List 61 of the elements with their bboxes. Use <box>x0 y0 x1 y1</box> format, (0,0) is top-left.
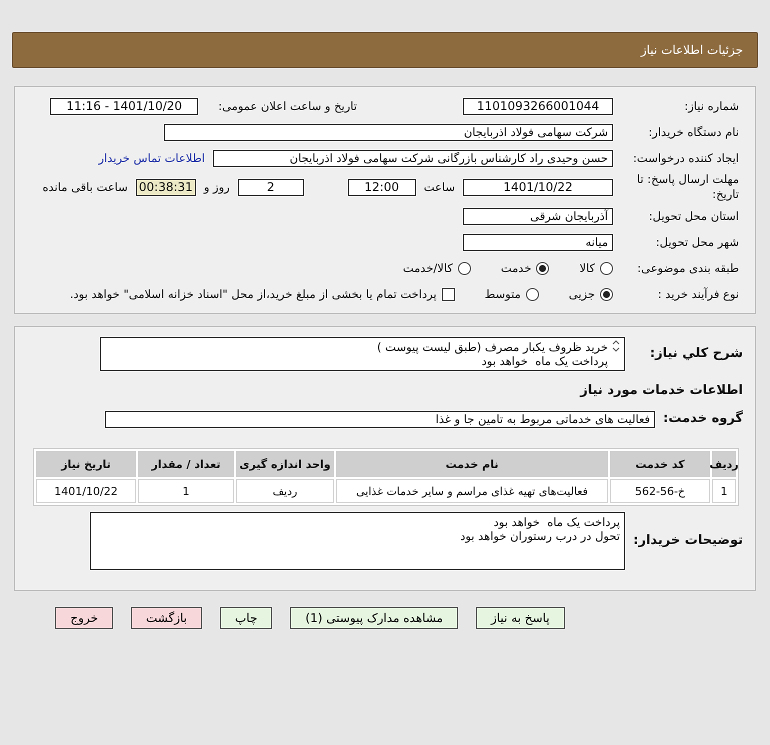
option-label: کالا <box>579 261 595 275</box>
table-cell: 1401/10/22 <box>36 479 136 503</box>
description-box: خرید ظروف یکبار مصرف (طبق لیست پیوست ) پرداخت یک ماه خواهد بود <box>100 337 625 371</box>
column-header: تاریخ نیاز <box>36 451 136 477</box>
time-label: ساعت <box>424 180 455 194</box>
service-group-field: فعالیت های خدماتی مربوط به تامین جا و غذا <box>105 410 655 428</box>
radio-button[interactable] <box>536 262 550 274</box>
checkbox[interactable] <box>442 288 455 300</box>
field-label: تاریخ و ساعت اعلان عمومی: <box>218 99 357 113</box>
table-cell: 1 <box>138 479 234 503</box>
table-cell: فعالیت‌های تهیه غذای مراسم و سایر خدمات غذایی <box>336 479 608 503</box>
field-label: نوع فرآیند خرید : <box>656 286 739 302</box>
radio-button[interactable] <box>600 262 613 274</box>
field-label: گروه خدمت: <box>663 410 743 428</box>
field-label: ایجاد کننده درخواست: <box>632 150 739 166</box>
scroll-arrows-icon <box>612 340 620 352</box>
column-header: تعداد / مقدار <box>138 451 234 477</box>
column-header: کد خدمت <box>610 451 710 477</box>
field-label: توضیحات خریدار: <box>633 532 743 550</box>
section-heading: اطلاعات خدمات مورد نیاز <box>578 383 743 398</box>
column-header: واحد اندازه گیری <box>236 451 334 477</box>
action-button[interactable]: پاسخ به نیاز <box>476 607 565 629</box>
option-label: خدمت <box>500 261 532 275</box>
remaining-label: ساعت باقی مانده <box>42 180 128 194</box>
field-label: شرح کلي نياز: <box>648 346 743 362</box>
action-button[interactable]: چاپ <box>220 607 272 629</box>
table-cell: 1 <box>712 479 736 503</box>
deadline-date-field: 1401/10/22 <box>463 178 613 196</box>
need-number-field: 1101093266001044 <box>463 98 613 114</box>
radio-button[interactable] <box>526 288 539 300</box>
table-cell: خ-56-562 <box>610 479 710 503</box>
buyer-notes-box: پرداخت یک ماه خواهد بود تحول در درب رستوران خواهد بود <box>90 512 625 570</box>
page-title: جزئیات اطلاعات نیاز <box>640 43 743 57</box>
option-label: متوسط <box>484 287 521 301</box>
province-field: آذربایجان شرقی <box>463 208 613 224</box>
field-label: شماره نیاز: <box>683 98 739 114</box>
field-label: مهلت ارسال پاسخ: تا تاریخ: <box>636 172 739 202</box>
column-header: ردیف <box>712 451 736 477</box>
field-label: طبقه بندی موضوعی: <box>636 260 739 276</box>
buyer-contact-link[interactable]: اطلاعات تماس خریدار <box>98 151 205 165</box>
remaining-time-field: 00:38:31 <box>136 178 196 196</box>
action-button[interactable]: مشاهده مدارک پیوستی (1) <box>290 607 458 629</box>
field-label: شهر محل تحویل: <box>654 234 739 250</box>
action-button[interactable]: خروج <box>55 607 113 629</box>
option-label: پرداخت تمام یا بخشی از مبلغ خرید،از محل "اسناد خزانه اسلامی" خواهد بود. <box>70 287 437 301</box>
column-header: نام خدمت <box>336 451 608 477</box>
option-label: جزیی <box>568 287 595 301</box>
action-button[interactable]: بازگشت <box>131 607 202 629</box>
days-label: روز و <box>204 180 230 194</box>
field-label: نام دستگاه خریدار: <box>647 124 739 140</box>
radio-button[interactable] <box>600 288 613 300</box>
option-label: کالا/خدمت <box>402 261 453 275</box>
field-label: استان محل تحویل: <box>648 208 739 224</box>
buyer-org-field: شرکت سهامی فولاد اذربایجان <box>164 124 613 140</box>
radio-button[interactable] <box>458 262 471 274</box>
city-field: میانه <box>463 234 613 250</box>
table-cell: ردیف <box>236 479 334 503</box>
announce-date-field: 1401/10/20 - 11:16 <box>50 98 198 114</box>
deadline-time-field: 12:00 <box>348 178 416 196</box>
requester-field: حسن وحیدی راد کارشناس بازرگانی شرکت سهامی فولاد اذربایجان <box>213 150 613 166</box>
days-field: 2 <box>238 178 304 196</box>
